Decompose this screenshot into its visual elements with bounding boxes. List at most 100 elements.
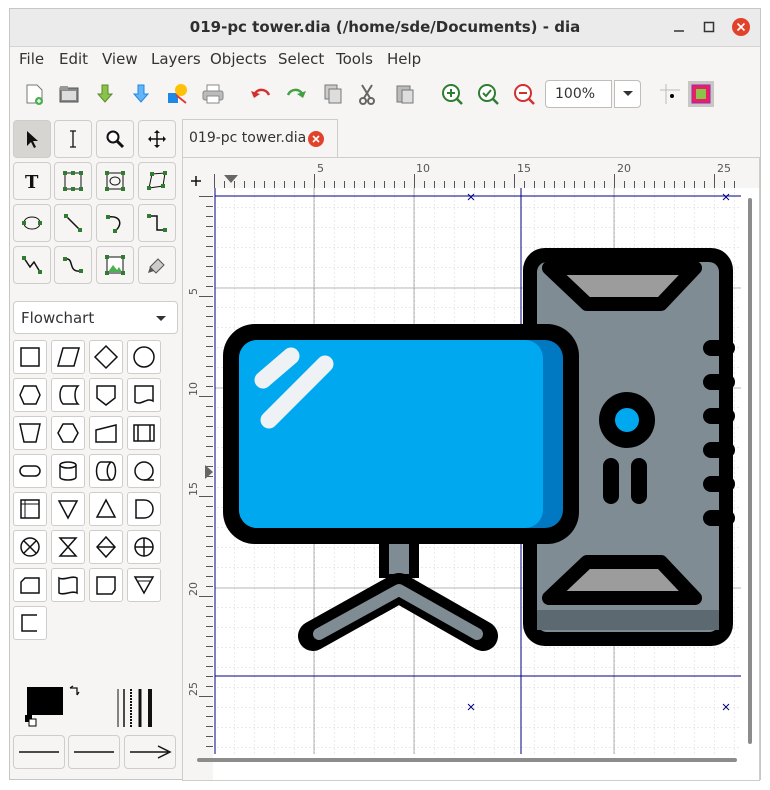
manual-input-shape-button[interactable] bbox=[89, 416, 123, 450]
extract-shape-icon bbox=[95, 498, 117, 518]
menu-layers[interactable]: Layers bbox=[151, 50, 201, 68]
manual-loop-shape-button[interactable] bbox=[127, 568, 161, 602]
image-tool[interactable] bbox=[96, 246, 134, 284]
color-selector[interactable] bbox=[13, 685, 83, 729]
paste-button[interactable] bbox=[390, 79, 420, 109]
input-output-shape-button[interactable] bbox=[51, 340, 85, 374]
snap-to-grid-toggle[interactable] bbox=[655, 79, 685, 109]
export-button[interactable] bbox=[162, 79, 192, 109]
close-icon bbox=[732, 18, 750, 36]
minimize-button[interactable] bbox=[669, 17, 689, 37]
extract-shape-button[interactable] bbox=[89, 492, 123, 526]
hexagon-shape-button[interactable] bbox=[51, 416, 85, 450]
new-button[interactable] bbox=[19, 79, 49, 109]
text-tool[interactable]: T bbox=[13, 162, 51, 200]
sort-shape-button[interactable] bbox=[89, 530, 123, 564]
text-edit-tool[interactable] bbox=[54, 120, 92, 158]
undo-button[interactable] bbox=[246, 79, 276, 109]
menu-file[interactable]: File bbox=[19, 50, 44, 68]
direct-data-shape-button[interactable] bbox=[89, 454, 123, 488]
ellipse-tool[interactable] bbox=[96, 162, 134, 200]
chevron-down-icon bbox=[156, 316, 166, 321]
collate-shape-button[interactable] bbox=[51, 530, 85, 564]
monitor[interactable] bbox=[223, 324, 579, 544]
beziergon-tool[interactable] bbox=[13, 204, 51, 242]
menu-tools[interactable]: Tools bbox=[336, 50, 373, 68]
open-button[interactable] bbox=[54, 79, 84, 109]
punched-tape-shape-button[interactable] bbox=[51, 568, 85, 602]
drive-slot bbox=[631, 458, 647, 504]
zoom-out-button[interactable] bbox=[509, 79, 539, 109]
menu-edit[interactable]: Edit bbox=[59, 50, 88, 68]
canvas-area[interactable]: 5 10 15 20 25 5 10 15 20 25 bbox=[182, 157, 760, 781]
bezier-line-tool[interactable] bbox=[54, 246, 92, 284]
merge-shape-button[interactable] bbox=[51, 492, 85, 526]
snap-to-objects-toggle[interactable] bbox=[686, 79, 716, 109]
manual-operation-shape-button[interactable] bbox=[13, 416, 47, 450]
line-tool[interactable] bbox=[54, 204, 92, 242]
zigzag-line-tool[interactable] bbox=[138, 204, 176, 242]
pointer-tool[interactable] bbox=[13, 120, 51, 158]
arc-tool[interactable] bbox=[96, 204, 134, 242]
predefined-process-shape-button[interactable] bbox=[127, 416, 161, 450]
menu-select[interactable]: Select bbox=[278, 50, 324, 68]
annotation-shape-button[interactable] bbox=[13, 606, 47, 640]
outline-tool[interactable] bbox=[138, 246, 176, 284]
magnify-tool[interactable] bbox=[96, 120, 134, 158]
menu-view[interactable]: View bbox=[102, 50, 138, 68]
copy-button[interactable] bbox=[318, 79, 348, 109]
chevron-down-icon bbox=[622, 91, 633, 96]
preparation-shape-icon bbox=[19, 385, 41, 405]
v-ruler-label: 10 bbox=[187, 382, 200, 396]
delay-shape-button[interactable] bbox=[127, 492, 161, 526]
document-shape-button[interactable] bbox=[127, 378, 161, 412]
save-button[interactable] bbox=[90, 79, 120, 109]
canvas[interactable]: 5 10 15 20 25 5 10 15 20 25 bbox=[183, 158, 759, 780]
zoom-in-button[interactable] bbox=[437, 79, 467, 109]
zoom-dropdown-button[interactable] bbox=[614, 80, 641, 108]
box-tool[interactable] bbox=[54, 162, 92, 200]
line-width-selector[interactable] bbox=[114, 687, 162, 729]
decision-shape-button[interactable] bbox=[89, 340, 123, 374]
display-shape-button[interactable] bbox=[89, 568, 123, 602]
foreground-color[interactable] bbox=[27, 687, 63, 715]
offpage-shape-button[interactable] bbox=[89, 378, 123, 412]
end-arrow-selector[interactable] bbox=[124, 735, 176, 769]
scroll-tool[interactable] bbox=[138, 120, 176, 158]
card-shape-icon bbox=[20, 577, 40, 594]
horizontal-scrollbar[interactable] bbox=[197, 758, 737, 762]
app-window: 019-pc tower.dia (/home/sde/Documents) -… bbox=[9, 8, 761, 781]
polyline-tool[interactable] bbox=[13, 246, 51, 284]
terminator-shape-button[interactable] bbox=[13, 454, 47, 488]
polygon-tool[interactable] bbox=[138, 162, 176, 200]
vertical-scrollbar[interactable] bbox=[748, 198, 752, 744]
process-shape-button[interactable] bbox=[13, 340, 47, 374]
or-shape-button[interactable] bbox=[127, 530, 161, 564]
redo-button[interactable] bbox=[281, 79, 311, 109]
zoom-fit-button[interactable] bbox=[473, 79, 503, 109]
menu-objects[interactable]: Objects bbox=[210, 50, 267, 68]
print-button[interactable] bbox=[198, 79, 228, 109]
tab-close-icon[interactable] bbox=[307, 130, 325, 148]
connector-shape-button[interactable] bbox=[127, 340, 161, 374]
document-tab[interactable]: 019-pc tower.dia bbox=[182, 119, 338, 157]
close-button[interactable] bbox=[731, 17, 751, 37]
save-as-button[interactable] bbox=[126, 79, 156, 109]
sheet-selector[interactable]: Flowchart bbox=[13, 301, 178, 334]
maximize-button[interactable] bbox=[699, 17, 719, 37]
card-shape-button[interactable] bbox=[13, 568, 47, 602]
menu-help[interactable]: Help bbox=[387, 50, 421, 68]
stored-data-shape-button[interactable] bbox=[51, 378, 85, 412]
copy-icon bbox=[324, 84, 342, 104]
database-shape-button[interactable] bbox=[51, 454, 85, 488]
preparation-shape-button[interactable] bbox=[13, 378, 47, 412]
object-snap-icon bbox=[688, 81, 714, 107]
zoom-input[interactable]: 100% bbox=[545, 80, 612, 108]
internal-storage-shape-icon bbox=[20, 499, 40, 519]
internal-storage-shape-button[interactable] bbox=[13, 492, 47, 526]
start-arrow-selector[interactable] bbox=[13, 735, 65, 769]
line-style-selector[interactable] bbox=[68, 735, 120, 769]
cut-button[interactable] bbox=[352, 79, 382, 109]
sequential-data-shape-button[interactable] bbox=[127, 454, 161, 488]
summing-junction-shape-button[interactable] bbox=[13, 530, 47, 564]
